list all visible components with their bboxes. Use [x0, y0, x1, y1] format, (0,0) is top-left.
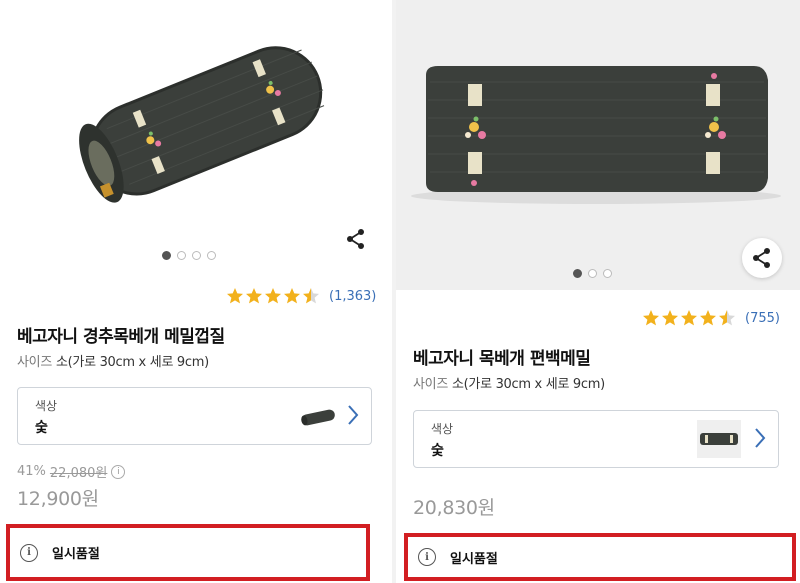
- discount-info: 41% 22,080원 i: [17, 462, 126, 481]
- share-icon: [753, 248, 770, 268]
- option-thumbnail: [301, 409, 335, 426]
- size-label: 사이즈: [17, 355, 52, 370]
- soldout-text: 일시품절: [52, 547, 100, 562]
- product-image-area[interactable]: [396, 0, 800, 290]
- soldout-notice: i 일시품절: [404, 533, 796, 581]
- rating-row[interactable]: (1,363): [226, 287, 376, 305]
- size-info: 사이즈 소(가로 30cm x 세로 9cm): [413, 373, 605, 392]
- product-image: [79, 46, 325, 203]
- color-option-selector[interactable]: 색상 숯: [413, 410, 779, 468]
- option-label: 색상: [35, 399, 58, 413]
- chevron-right-icon: [348, 405, 359, 425]
- size-label: 사이즈: [413, 377, 448, 392]
- carousel-dots: [162, 251, 216, 260]
- option-thumbnail: [697, 420, 741, 458]
- product-panel-left: (1,363) 베고자니 경추목베개 메밀껍질 사이즈 소(가로 30cm x 세…: [0, 0, 392, 583]
- product-image: [411, 66, 781, 204]
- size-value: 소(가로 30cm x 세로 9cm): [451, 377, 605, 392]
- sale-price: 20,830원: [413, 497, 495, 519]
- share-icon: [347, 229, 364, 249]
- carousel-dot[interactable]: [192, 251, 201, 260]
- carousel-dot[interactable]: [588, 269, 597, 278]
- star-rating-icon: [643, 310, 735, 326]
- option-value: 숯: [431, 443, 444, 459]
- original-price: 22,080원: [49, 466, 108, 481]
- size-value: 소(가로 30cm x 세로 9cm): [55, 355, 209, 370]
- rating-count[interactable]: (1,363): [329, 289, 376, 304]
- comparison-screenshot: (1,363) 베고자니 경추목베개 메밀껍질 사이즈 소(가로 30cm x 세…: [0, 0, 800, 583]
- option-label: 색상: [431, 422, 454, 436]
- chevron-right-icon: [755, 428, 766, 448]
- product-panel-right: (755) 베고자니 목베개 편백메밀 사이즈 소(가로 30cm x 세로 9c…: [396, 0, 800, 583]
- info-icon[interactable]: i: [111, 464, 126, 479]
- carousel-dots: [573, 269, 612, 278]
- carousel-dot[interactable]: [162, 251, 171, 260]
- product-title: 베고자니 목베개 편백메밀: [413, 349, 591, 369]
- soldout-text: 일시품절: [450, 551, 498, 567]
- size-info: 사이즈 소(가로 30cm x 세로 9cm): [17, 351, 209, 370]
- product-image-area[interactable]: [0, 0, 392, 272]
- soldout-notice: i 일시품절: [6, 524, 370, 581]
- rating-row[interactable]: (755): [642, 309, 780, 327]
- info-icon: i: [418, 548, 436, 566]
- carousel-dot[interactable]: [603, 269, 612, 278]
- share-button[interactable]: [742, 238, 782, 278]
- rating-count[interactable]: (755): [745, 311, 780, 326]
- carousel-dot[interactable]: [207, 251, 216, 260]
- info-icon: i: [20, 543, 38, 562]
- carousel-dot[interactable]: [177, 251, 186, 260]
- color-option-selector[interactable]: 색상 숯: [17, 387, 372, 445]
- carousel-dot[interactable]: [573, 269, 582, 278]
- sale-price: 12,900원: [17, 488, 99, 510]
- option-value: 숯: [35, 420, 48, 436]
- star-rating-icon: [227, 288, 319, 304]
- discount-rate: 41%: [17, 464, 46, 479]
- share-button[interactable]: [339, 222, 373, 256]
- product-title: 베고자니 경추목베개 메밀껍질: [17, 327, 225, 347]
